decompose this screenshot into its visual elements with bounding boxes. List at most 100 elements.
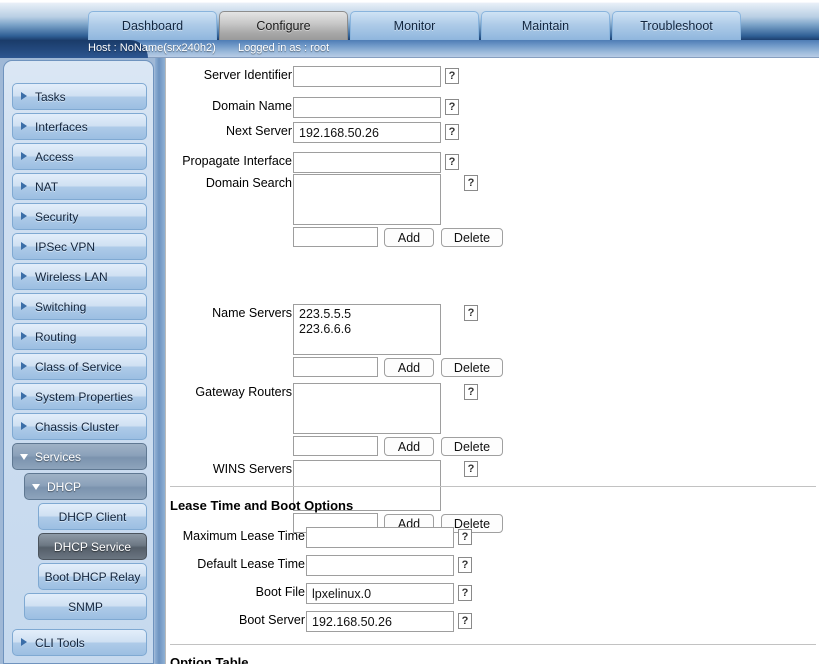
delete-button-domain-search[interactable]: Delete [441, 228, 503, 247]
sidebar-item-snmp[interactable]: SNMP [24, 593, 147, 620]
label-boot-server: Boot Server [238, 613, 305, 627]
chevron-right-icon [20, 242, 29, 251]
section-title-option: Option Table [170, 655, 249, 664]
help-icon-wins-servers[interactable]: ? [464, 461, 478, 477]
sidebar-item-label: Services [35, 449, 82, 464]
input-default-lease-time[interactable] [306, 555, 454, 576]
top-banner: Dashboard Configure Monitor Maintain Trouble… [0, 0, 819, 40]
input-boot-server[interactable] [306, 611, 454, 632]
sidebar-item-label: IPSec VPN [35, 239, 96, 254]
input-boot-file[interactable] [306, 583, 454, 604]
entry-input-domain-search[interactable] [293, 227, 378, 247]
sidebar-item-label: Boot DHCP Relay [44, 569, 141, 584]
sidebar-item-dhcp-service[interactable]: DHCP Service [38, 533, 147, 560]
sidebar-item-label: NAT [35, 179, 59, 194]
input-maximum-lease-time[interactable] [306, 527, 454, 548]
delete-button-name-servers[interactable]: Delete [441, 358, 503, 377]
tab-monitor[interactable]: Monitor [350, 11, 479, 40]
sidebar-item-security[interactable]: Security [12, 203, 147, 230]
sidebar-item-dhcp-client[interactable]: DHCP Client [38, 503, 147, 530]
sidebar-item-interfaces[interactable]: Interfaces [12, 113, 147, 140]
sidebar-item-boot-dhcp-relay[interactable]: Boot DHCP Relay [38, 563, 147, 590]
sidebar-item-switching[interactable]: Switching [12, 293, 147, 320]
section-divider-option [170, 644, 816, 645]
chevron-right-icon [20, 302, 29, 311]
help-icon-domain-search[interactable]: ? [464, 175, 478, 191]
main-tab-bar: Dashboard Configure Monitor Maintain Trouble… [88, 11, 743, 40]
chevron-right-icon [20, 152, 29, 161]
label-default-lease-time: Default Lease Time [197, 557, 305, 571]
chevron-right-icon [20, 122, 29, 131]
input-next-server[interactable] [293, 122, 441, 143]
chevron-right-icon [20, 212, 29, 221]
sidebar-item-wireless-lan[interactable]: Wireless LAN [12, 263, 147, 290]
listbox-name-servers[interactable]: 223.5.5.5 223.6.6.6 [293, 304, 441, 355]
tab-maintain[interactable]: Maintain [481, 11, 610, 40]
sidebar-item-label: Tasks [35, 89, 66, 104]
input-domain-name[interactable] [293, 97, 441, 118]
sidebar-item-system-properties[interactable]: System Properties [12, 383, 147, 410]
host-info-bar: Host : NoName(srx240h2) Logged in as : r… [0, 40, 819, 58]
sidebar-item-dhcp[interactable]: DHCP [24, 473, 147, 500]
help-icon-propagate-interface[interactable]: ? [445, 154, 459, 170]
sidebar-item-access[interactable]: Access [12, 143, 147, 170]
chevron-right-icon [20, 638, 29, 647]
section-divider-lease [170, 486, 816, 487]
label-domain-search: Domain Search [205, 176, 292, 190]
label-propagate-interface: Propagate Interface [182, 154, 292, 168]
chevron-down-icon [32, 482, 41, 491]
sidebar-item-class-of-service[interactable]: Class of Service [12, 353, 147, 380]
sidebar-item-label: Class of Service [35, 359, 122, 374]
sidebar-item-label: Interfaces [35, 119, 88, 134]
add-button-name-servers[interactable]: Add [384, 358, 434, 377]
tab-configure[interactable]: Configure [219, 11, 348, 40]
sidebar-item-routing[interactable]: Routing [12, 323, 147, 350]
chevron-right-icon [20, 332, 29, 341]
sidebar-item-label: Chassis Cluster [35, 419, 120, 434]
help-icon-boot-file[interactable]: ? [458, 585, 472, 601]
tab-dashboard[interactable]: Dashboard [88, 11, 217, 40]
sidebar-item-services[interactable]: Services [12, 443, 147, 470]
delete-button-gateway-routers[interactable]: Delete [441, 437, 503, 456]
help-icon-boot-server[interactable]: ? [458, 613, 472, 629]
sidebar-item-label: DHCP [47, 479, 82, 494]
help-icon-maximum-lease-time[interactable]: ? [458, 529, 472, 545]
help-icon-next-server[interactable]: ? [445, 124, 459, 140]
chevron-right-icon [20, 392, 29, 401]
listbox-gateway-routers[interactable] [293, 383, 441, 434]
input-server-identifier[interactable] [293, 66, 441, 87]
sidebar-item-nat[interactable]: NAT [12, 173, 147, 200]
sidebar-item-chassis-cluster[interactable]: Chassis Cluster [12, 413, 147, 440]
add-button-gateway-routers[interactable]: Add [384, 437, 434, 456]
entry-input-name-servers[interactable] [293, 357, 378, 377]
label-domain-name: Domain Name [212, 99, 292, 113]
sidebar-item-cli-tools[interactable]: CLI Tools [12, 629, 147, 656]
sidebar-item-ipsec-vpn[interactable]: IPSec VPN [12, 233, 147, 260]
label-name-servers: Name Servers [212, 306, 292, 320]
entry-input-gateway-routers[interactable] [293, 436, 378, 456]
sidebar-item-label: Wireless LAN [35, 269, 108, 284]
label-next-server: Next Server [226, 124, 292, 138]
chevron-right-icon [20, 272, 29, 281]
chevron-down-icon [20, 452, 29, 461]
label-maximum-lease-time: Maximum Lease Time [182, 529, 305, 543]
chevron-right-icon [20, 362, 29, 371]
chevron-right-icon [20, 422, 29, 431]
sidebar-item-label: Switching [35, 299, 87, 314]
help-icon-name-servers[interactable]: ? [464, 305, 478, 321]
help-icon-gateway-routers[interactable]: ? [464, 384, 478, 400]
sidebar-item-label: SNMP [68, 599, 103, 614]
input-propagate-interface[interactable] [293, 152, 441, 173]
host-label: Host : NoName(srx240h2) [88, 42, 216, 54]
help-icon-default-lease-time[interactable]: ? [458, 557, 472, 573]
sidebar-item-tasks[interactable]: Tasks [12, 83, 147, 110]
sidebar-item-label: DHCP Service [53, 539, 132, 554]
help-icon-server-identifier[interactable]: ? [445, 68, 459, 84]
juniper-web-ui: Dashboard Configure Monitor Maintain Trouble… [0, 0, 819, 664]
listbox-domain-search[interactable] [293, 174, 441, 225]
add-button-domain-search[interactable]: Add [384, 228, 434, 247]
help-icon-domain-name[interactable]: ? [445, 99, 459, 115]
sidebar-item-label: Routing [35, 329, 77, 344]
tab-troubleshoot[interactable]: Troubleshoot [612, 11, 741, 40]
label-wins-servers: WINS Servers [212, 462, 292, 476]
